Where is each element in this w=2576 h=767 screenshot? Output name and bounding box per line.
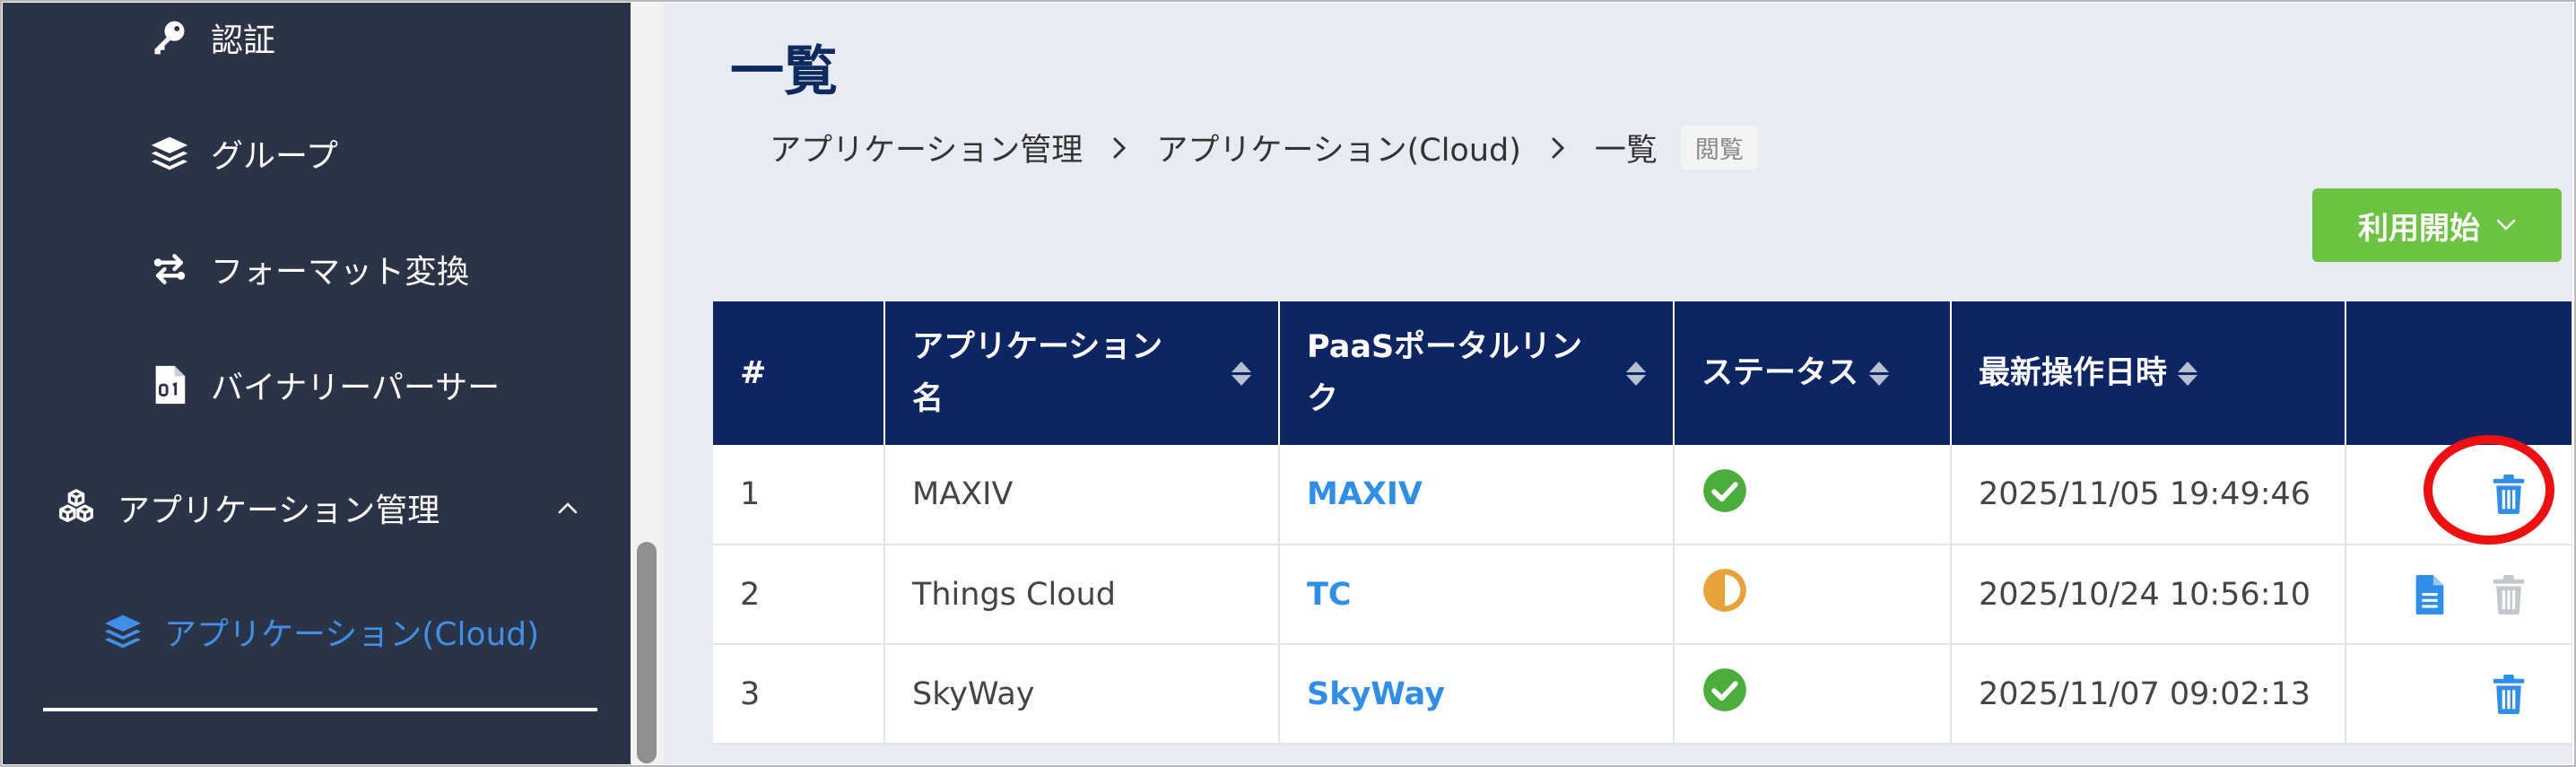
chevron-down-icon [2496,219,2516,231]
sort-icon[interactable] [2178,361,2198,386]
column-header-actions [2345,301,2572,445]
row-number: 2 [713,545,885,645]
paas-portal-link[interactable]: MAXIV [1307,476,1423,512]
sidebar-item-app-cloud[interactable]: アプリケーション(Cloud) [101,608,539,655]
status-ok-icon [1703,668,1746,711]
table-row: 3 SkyWay SkyWay 2025/11/07 09:02:13 [713,644,2572,745]
sidebar-scrollbar-thumb[interactable] [637,542,657,763]
sidebar-item-label: グループ [211,138,338,175]
paas-portal-link[interactable]: SkyWay [1307,676,1445,712]
sidebar-item-label: 認証 [211,22,276,59]
status-partial-icon [1703,569,1746,612]
delete-icon-disabled [2489,572,2528,617]
sidebar-item-format-conversion[interactable]: フォーマット変換 [148,246,469,292]
last-operation-datetime: 2025/11/05 19:49:46 [1951,445,2346,545]
main-content: 一覧 アプリケーション管理 アプリケーション(Cloud) 一覧 閲覧 利用開始… [664,3,2572,764]
sidebar-item-app-management[interactable]: アプリケーション管理 [55,484,439,531]
column-header-status[interactable]: ステータス [1674,301,1952,445]
applications-table: # アプリケーション名 PaaSポータルリンク ステータス 最新操作日時 1 M… [713,301,2572,745]
column-header-paas-link[interactable]: PaaSポータルリンク [1279,301,1675,445]
delete-icon[interactable] [2489,672,2528,717]
sidebar-item-group[interactable]: グループ [148,130,338,177]
layers-icon [148,132,191,175]
key-icon [148,16,191,59]
binary-file-icon [148,363,191,406]
table-header-row: # アプリケーション名 PaaSポータルリンク ステータス 最新操作日時 [713,301,2572,445]
delete-icon[interactable] [2489,472,2528,517]
row-number: 3 [713,644,885,745]
status-ok-icon [1703,468,1746,512]
paas-portal-link[interactable]: TC [1307,577,1352,613]
sidebar: 認証 グループ フォーマット変換 バイナリーパーサー アプリケーション管理 アプ… [3,3,631,764]
column-header-number: # [713,301,885,445]
breadcrumb-item-app-cloud[interactable]: アプリケーション(Cloud) [1156,125,1521,170]
start-use-label: 利用開始 [2358,210,2480,247]
sidebar-divider [43,708,597,711]
breadcrumb: アプリケーション管理 アプリケーション(Cloud) 一覧 閲覧 [770,125,1758,170]
last-operation-datetime: 2025/11/07 09:02:13 [1951,644,2346,745]
sidebar-item-binary-parser[interactable]: バイナリーパーサー [148,362,500,408]
sort-icon[interactable] [1869,361,1890,386]
chevron-right-icon [1110,135,1129,161]
sidebar-item-label: アプリケーション管理 [117,492,440,529]
sort-icon[interactable] [1231,361,1251,386]
app-name: MAXIV [884,445,1280,545]
column-header-last-operation[interactable]: 最新操作日時 [1951,301,2346,445]
layers-icon [101,610,144,653]
chevron-up-icon[interactable] [554,494,581,521]
table-row: 2 Things Cloud TC 2025/10/24 10:56:10 [713,545,2572,645]
app-name: SkyWay [884,644,1280,745]
sort-icon[interactable] [1626,361,1646,386]
document-icon[interactable] [2410,572,2450,617]
sidebar-item-auth[interactable]: 認証 [148,14,275,61]
breadcrumb-item-current: 一覧 [1594,133,1658,169]
chevron-right-icon [1548,135,1568,161]
sidebar-item-label: バイナリーパーサー [211,370,500,406]
page-title: 一覧 [730,40,838,103]
table-row: 1 MAXIV MAXIV 2025/11/05 19:49:46 [713,445,2572,545]
last-operation-datetime: 2025/10/24 10:56:10 [1951,545,2346,645]
column-header-app-name[interactable]: アプリケーション名 [884,301,1280,445]
sidebar-item-label: フォーマット変換 [211,254,470,291]
view-badge: 閲覧 [1680,126,1758,170]
breadcrumb-item-app-management[interactable]: アプリケーション管理 [770,125,1083,170]
sidebar-item-label: アプリケーション(Cloud) [164,616,540,653]
exchange-icon [148,248,191,291]
app-name: Things Cloud [884,545,1280,645]
cubes-icon [55,486,98,529]
start-use-button[interactable]: 利用開始 [2312,188,2562,262]
row-number: 1 [713,445,885,545]
